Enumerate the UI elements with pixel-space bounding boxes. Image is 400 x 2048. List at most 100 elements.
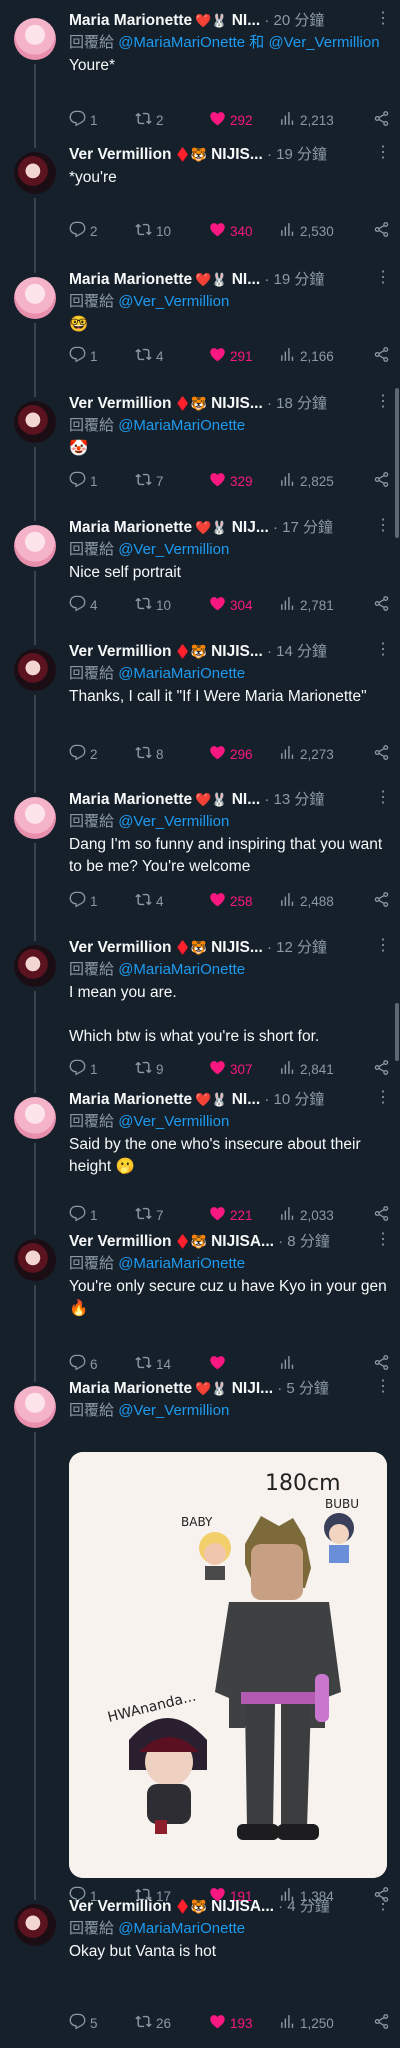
- like-button[interactable]: 296: [209, 744, 279, 764]
- tweet[interactable]: Ver Vermillion ♦️🐯 NIJIS... · 18 分鐘 ⋮ 回覆給 @…: [0, 383, 400, 509]
- timestamp[interactable]: · 4 分鐘: [278, 1898, 330, 1915]
- timestamp[interactable]: · 5 分鐘: [277, 1380, 329, 1397]
- reply-handle[interactable]: @MariaMariOnette: [118, 961, 245, 978]
- tweet-image[interactable]: 180cm BABY BUBU HWAnanda...: [69, 1452, 387, 1878]
- tweet[interactable]: Maria Marionette ❤️🐰 NIJI... · 5 分鐘 ⋮ 回覆給 @…: [0, 1368, 400, 1904]
- timestamp[interactable]: · 8 分鐘: [278, 1233, 330, 1250]
- views-button[interactable]: 2,488: [279, 891, 345, 911]
- author-name[interactable]: Ver Vermillion: [69, 146, 172, 163]
- avatar[interactable]: [14, 649, 56, 691]
- reply-button[interactable]: 2: [69, 221, 135, 241]
- tweet[interactable]: Ver Vermillion ♦️🐯 NIJIS... · 19 分鐘 ⋮ *you'…: [0, 134, 400, 261]
- more-icon[interactable]: ⋮: [375, 789, 391, 807]
- author-name[interactable]: Ver Vermillion: [69, 395, 172, 412]
- reply-button[interactable]: 1: [69, 471, 135, 491]
- like-button[interactable]: 292: [209, 110, 279, 130]
- avatar[interactable]: [14, 1904, 56, 1946]
- reply-handle[interactable]: @MariaMariOnette: [118, 665, 245, 682]
- reply-button[interactable]: 1: [69, 346, 135, 366]
- avatar[interactable]: [14, 1097, 56, 1139]
- author-name-tail[interactable]: NI...: [232, 1091, 260, 1108]
- reply-button[interactable]: 5: [69, 2013, 135, 2033]
- reply-handle[interactable]: @Ver_Vermillion: [118, 1113, 229, 1130]
- avatar[interactable]: [14, 1239, 56, 1281]
- more-icon[interactable]: ⋮: [375, 1089, 391, 1107]
- retweet-button[interactable]: 9: [135, 1059, 209, 1079]
- timestamp[interactable]: · 19 分鐘: [264, 271, 324, 288]
- views-button[interactable]: 2,825: [279, 471, 345, 491]
- timestamp[interactable]: · 14 分鐘: [267, 643, 327, 660]
- like-button[interactable]: 340: [209, 221, 279, 241]
- retweet-button[interactable]: 7: [135, 471, 209, 491]
- tweet[interactable]: Ver Vermillion ♦️🐯 NIJIS... · 14 分鐘 ⋮ 回覆給 @…: [0, 631, 400, 781]
- more-icon[interactable]: ⋮: [375, 641, 391, 659]
- retweet-button[interactable]: 26: [135, 2013, 209, 2033]
- author-name[interactable]: Maria Marionette: [69, 1380, 192, 1397]
- tweet[interactable]: Maria Marionette ❤️🐰 NIJ... · 17 分鐘 ⋮ 回覆給 @…: [0, 507, 400, 633]
- share-button[interactable]: [373, 346, 390, 366]
- share-button[interactable]: [373, 110, 390, 130]
- more-icon[interactable]: ⋮: [375, 10, 391, 28]
- author-name-tail[interactable]: NIJISA...: [211, 1898, 274, 1915]
- avatar[interactable]: [14, 401, 56, 443]
- reply-handle[interactable]: @Ver_Vermillion: [118, 1402, 229, 1419]
- avatar[interactable]: [14, 1386, 56, 1428]
- tweet[interactable]: Maria Marionette ❤️🐰 NI... · 20 分鐘 ⋮ 回覆給 @M…: [0, 0, 400, 136]
- like-button[interactable]: 329: [209, 471, 279, 491]
- like-button[interactable]: 193: [209, 2013, 279, 2033]
- author-name-tail[interactable]: NI...: [232, 12, 260, 29]
- avatar[interactable]: [14, 277, 56, 319]
- reply-button[interactable]: 1: [69, 1059, 135, 1079]
- avatar[interactable]: [14, 525, 56, 567]
- tweet[interactable]: Maria Marionette ❤️🐰 NI... · 13 分鐘 ⋮ 回覆給 @V…: [0, 779, 400, 929]
- author-name[interactable]: Maria Marionette: [69, 1091, 192, 1108]
- timestamp[interactable]: · 13 分鐘: [264, 791, 324, 808]
- reply-handle[interactable]: @Ver_Vermillion: [118, 293, 229, 310]
- tweet[interactable]: Ver Vermillion ♦️🐯 NIJIS... · 12 分鐘 ⋮ 回覆給 @…: [0, 927, 400, 1081]
- more-icon[interactable]: ⋮: [375, 393, 391, 411]
- more-icon[interactable]: ⋮: [375, 517, 391, 535]
- retweet-button[interactable]: 10: [135, 595, 209, 615]
- views-button[interactable]: 2,166: [279, 346, 345, 366]
- timestamp[interactable]: · 17 分鐘: [273, 519, 333, 536]
- retweet-button[interactable]: 10: [135, 221, 209, 241]
- reply-handle[interactable]: @Ver_Vermillion: [118, 541, 229, 558]
- views-button[interactable]: 2,781: [279, 595, 345, 615]
- like-button[interactable]: 291: [209, 346, 279, 366]
- timestamp[interactable]: · 20 分鐘: [264, 12, 324, 29]
- views-button[interactable]: 2,530: [279, 221, 345, 241]
- share-button[interactable]: [373, 221, 390, 241]
- author-name-tail[interactable]: NIJISA...: [211, 1233, 274, 1250]
- timestamp[interactable]: · 10 分鐘: [264, 1091, 324, 1108]
- more-icon[interactable]: ⋮: [375, 1896, 391, 1914]
- views-button[interactable]: 2,841: [279, 1059, 345, 1079]
- reply-handle[interactable]: @MariaMariOnette: [118, 417, 245, 434]
- more-icon[interactable]: ⋮: [375, 937, 391, 955]
- retweet-button[interactable]: 2: [135, 110, 209, 130]
- reply-button[interactable]: 2: [69, 744, 135, 764]
- reply-handle[interactable]: @MariaMariOnette 和 @Ver_Vermillion: [118, 34, 379, 51]
- retweet-button[interactable]: 4: [135, 891, 209, 911]
- more-icon[interactable]: ⋮: [375, 269, 391, 287]
- share-button[interactable]: [373, 744, 390, 764]
- reply-handle[interactable]: @MariaMariOnette: [118, 1920, 245, 1937]
- author-name[interactable]: Maria Marionette: [69, 519, 192, 536]
- more-icon[interactable]: ⋮: [375, 1231, 391, 1249]
- author-name[interactable]: Maria Marionette: [69, 12, 192, 29]
- avatar[interactable]: [14, 152, 56, 194]
- like-button[interactable]: 304: [209, 595, 279, 615]
- views-button[interactable]: 2,273: [279, 744, 345, 764]
- share-button[interactable]: [373, 2013, 390, 2033]
- author-name-tail[interactable]: NI...: [232, 271, 260, 288]
- like-button[interactable]: 307: [209, 1059, 279, 1079]
- avatar[interactable]: [14, 797, 56, 839]
- avatar[interactable]: [14, 18, 56, 60]
- author-name-tail[interactable]: NIJIS...: [211, 643, 263, 660]
- author-name[interactable]: Maria Marionette: [69, 271, 192, 288]
- share-button[interactable]: [373, 595, 390, 615]
- tweet[interactable]: Maria Marionette ❤️🐰 NI... · 10 分鐘 ⋮ 回覆給 @V…: [0, 1079, 400, 1223]
- reply-button[interactable]: 4: [69, 595, 135, 615]
- timestamp[interactable]: · 19 分鐘: [267, 146, 327, 163]
- tweet[interactable]: Maria Marionette ❤️🐰 NI... · 19 分鐘 ⋮ 回覆給 @V…: [0, 259, 400, 385]
- timestamp[interactable]: · 12 分鐘: [267, 939, 327, 956]
